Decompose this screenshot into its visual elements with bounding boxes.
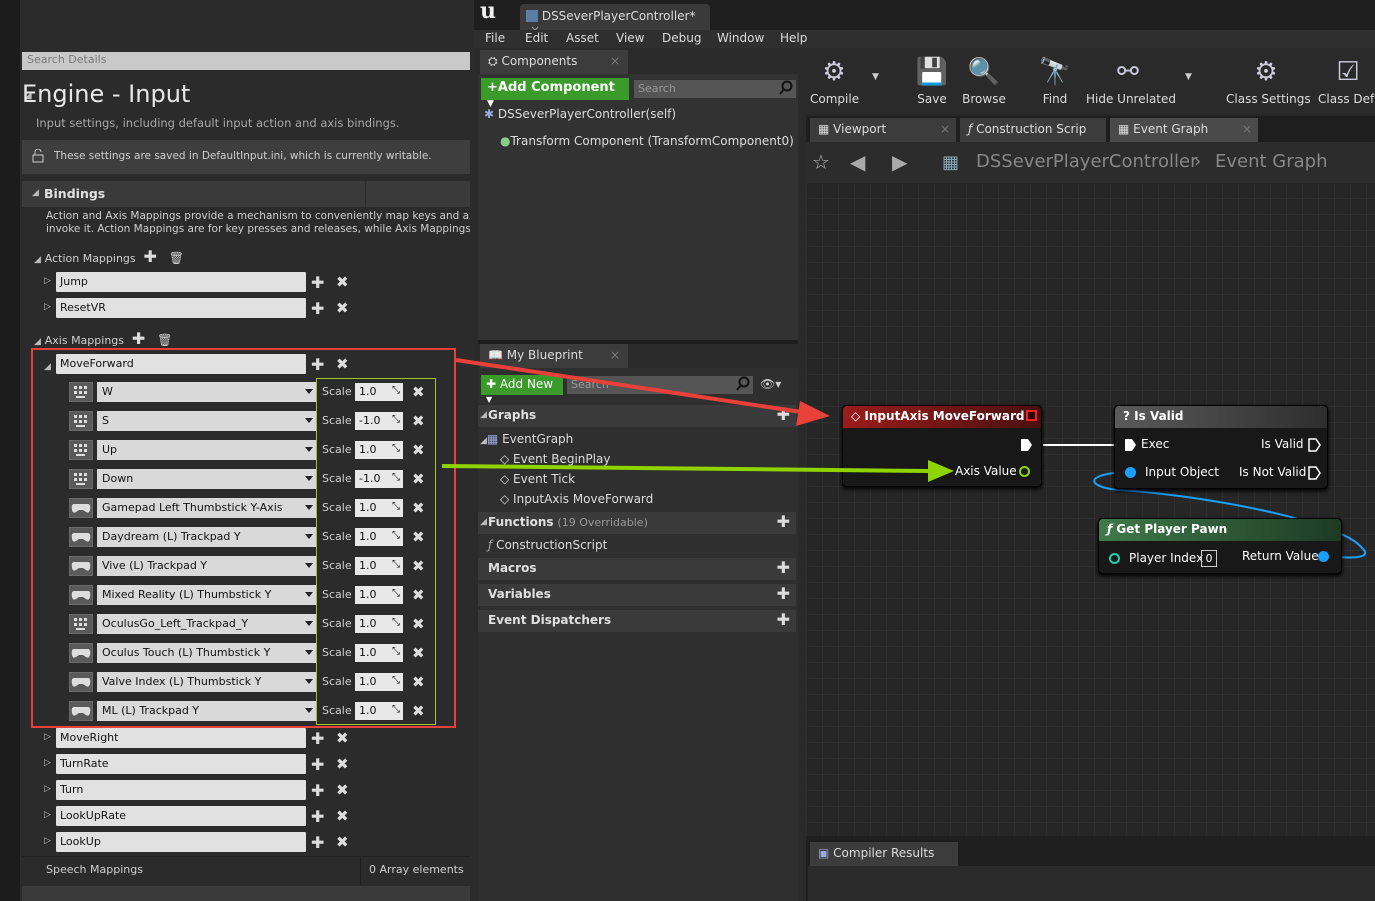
annotation-arrows <box>441 358 954 482</box>
